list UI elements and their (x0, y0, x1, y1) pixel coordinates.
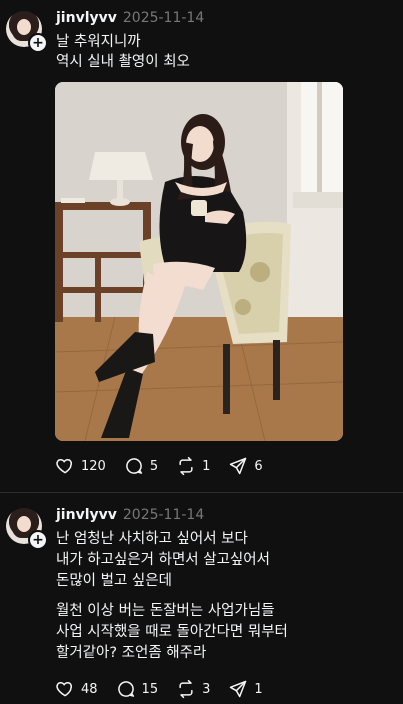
comment-button[interactable]: 15 (116, 679, 159, 699)
follow-plus-icon[interactable]: + (28, 530, 48, 550)
comment-count: 15 (141, 681, 159, 697)
repost-icon (179, 456, 193, 476)
comment-count: 5 (149, 458, 159, 474)
repost-count: 1 (202, 458, 211, 474)
post-text-paragraph-2: 월천 이상 버는 돈잘버는 사업가님들 사업 시작했을 때로 돌아간다면 뭐부터… (56, 603, 288, 661)
comment-bubble-icon (117, 681, 134, 697)
heart-icon (56, 682, 73, 697)
timestamp[interactable]: 2025-11-14 (123, 10, 204, 26)
post-photo[interactable] (55, 82, 343, 441)
repost-button[interactable]: 1 (176, 456, 210, 476)
comment-bubble-icon (126, 458, 142, 474)
send-icon (230, 457, 247, 475)
heart-icon (56, 459, 73, 474)
repost-button[interactable]: 3 (176, 679, 210, 699)
like-button[interactable]: 120 (55, 456, 106, 476)
share-count: 6 (254, 458, 263, 474)
share-count: 1 (254, 681, 263, 697)
follow-plus-icon[interactable]: + (28, 33, 48, 53)
comment-button[interactable]: 5 (124, 456, 158, 476)
send-icon (230, 680, 247, 698)
timestamp[interactable]: 2025-11-14 (123, 507, 204, 523)
post-text: 날 추워지니까 역시 실내 촬영이 최오 (56, 34, 190, 70)
like-button[interactable]: 48 (55, 679, 98, 699)
post-2: + jinvlyvv 2025-11-14 난 엄청난 사치하고 싶어서 보다 … (0, 493, 403, 704)
username[interactable]: jinvlyvv (56, 507, 117, 523)
repost-count: 3 (202, 681, 211, 697)
avatar[interactable]: + (6, 508, 48, 550)
post-photo-image (55, 82, 343, 441)
repost-icon (179, 679, 193, 699)
post-text: 난 엄청난 사치하고 싶어서 보다 내가 하고싶은거 하면서 살고싶어서 돈많이… (56, 531, 270, 589)
share-button[interactable]: 6 (228, 456, 263, 476)
username[interactable]: jinvlyvv (56, 10, 117, 26)
share-button[interactable]: 1 (228, 679, 263, 699)
like-count: 48 (81, 681, 98, 697)
post-1: + jinvlyvv 2025-11-14 날 추워지니까 역시 실내 촬영이 … (0, 0, 403, 492)
like-count: 120 (81, 458, 106, 474)
avatar[interactable]: + (6, 11, 48, 53)
